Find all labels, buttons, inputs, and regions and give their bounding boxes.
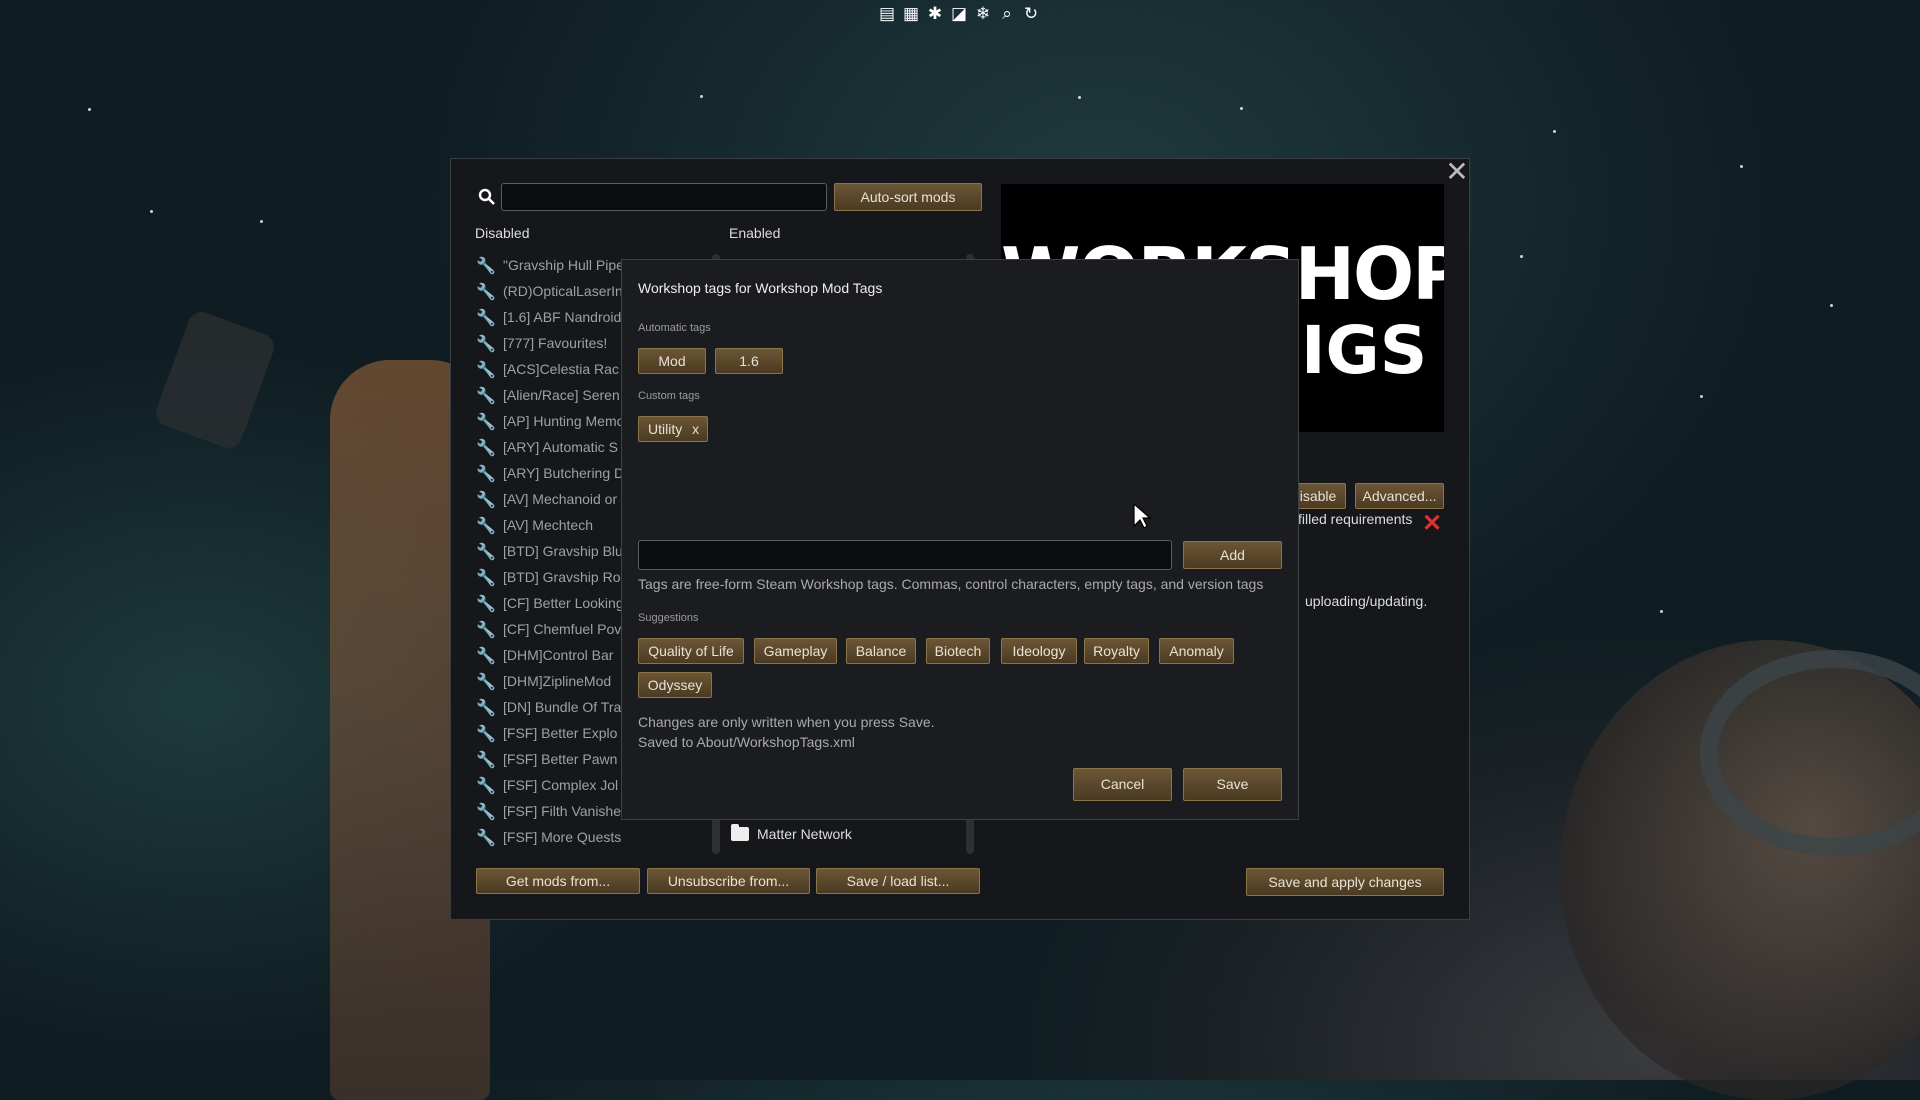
wrench-icon: 🔧 bbox=[476, 466, 496, 483]
mouse-cursor-icon bbox=[1133, 502, 1152, 529]
suggestion-odyssey[interactable]: Odyssey bbox=[638, 672, 712, 698]
wrench-icon: 🔧 bbox=[476, 778, 496, 795]
list-item[interactable]: 🔧 [FSF] More Quests bbox=[475, 824, 715, 850]
wrench-icon: 🔧 bbox=[476, 726, 496, 743]
suggestions-label: Suggestions bbox=[638, 612, 699, 624]
search-icon bbox=[478, 188, 495, 205]
wrench-icon: 🔧 bbox=[476, 700, 496, 717]
get-mods-button[interactable]: Get mods from... bbox=[476, 868, 640, 894]
wrench-icon: 🔧 bbox=[476, 804, 496, 821]
wrench-icon: 🔧 bbox=[476, 284, 496, 301]
grid-icon[interactable]: ▦ bbox=[901, 4, 921, 24]
wrench-icon: 🔧 bbox=[476, 388, 496, 405]
wrench-icon: 🔧 bbox=[476, 648, 496, 665]
close-icon[interactable]: ✕ bbox=[1443, 158, 1471, 186]
save-button[interactable]: Save bbox=[1183, 768, 1282, 801]
add-tag-button[interactable]: Add bbox=[1183, 541, 1282, 569]
refresh-icon[interactable]: ↻ bbox=[1021, 4, 1041, 24]
wrench-icon: 🔧 bbox=[476, 414, 496, 431]
wrench-icon: 🔧 bbox=[476, 544, 496, 561]
save-note-text: Changes are only written when you press … bbox=[638, 714, 935, 730]
window-icon[interactable]: ◪ bbox=[949, 4, 969, 24]
wrench-icon: 🔧 bbox=[476, 596, 496, 613]
unsubscribe-button[interactable]: Unsubscribe from... bbox=[647, 868, 810, 894]
dialog-title: Workshop tags for Workshop Mod Tags bbox=[638, 280, 883, 296]
wrench-icon: 🔧 bbox=[476, 440, 496, 457]
mod-search-input[interactable] bbox=[501, 183, 827, 211]
enabled-mod-item[interactable]: Matter Network bbox=[731, 824, 852, 842]
enabled-column-label: Enabled bbox=[729, 225, 781, 241]
wrench-icon: 🔧 bbox=[476, 258, 496, 275]
requirements-text: filled requirements bbox=[1298, 511, 1413, 527]
search-icon[interactable]: ⌕ bbox=[997, 4, 1017, 24]
wrench-icon: 🔧 bbox=[476, 492, 496, 509]
cancel-button[interactable]: Cancel bbox=[1073, 768, 1172, 801]
wrench-icon: 🔧 bbox=[476, 362, 496, 379]
save-path-text: Saved to About/WorkshopTags.xml bbox=[638, 734, 855, 750]
automatic-tag-mod: Mod bbox=[638, 348, 706, 374]
error-x-icon: ✕ bbox=[1422, 510, 1443, 537]
wrench-icon: 🔧 bbox=[476, 752, 496, 769]
automatic-tag-version: 1.6 bbox=[715, 348, 783, 374]
wrench-icon: 🔧 bbox=[476, 830, 496, 847]
advanced-button[interactable]: Advanced... bbox=[1355, 483, 1444, 509]
suggestion-anomaly[interactable]: Anomaly bbox=[1159, 638, 1234, 664]
wrench-icon: 🔧 bbox=[476, 336, 496, 353]
top-toolbar: ▤ ▦ ✱ ◪ ❄ ⌕ ↻ bbox=[877, 4, 1041, 24]
upload-text: uploading/updating. bbox=[1305, 593, 1428, 609]
save-and-apply-button[interactable]: Save and apply changes bbox=[1246, 868, 1444, 896]
suggestion-balance[interactable]: Balance bbox=[846, 638, 916, 664]
save-load-list-button[interactable]: Save / load list... bbox=[816, 868, 980, 894]
snowflake-icon[interactable]: ❄ bbox=[973, 4, 993, 24]
list-icon[interactable]: ▤ bbox=[877, 4, 897, 24]
automatic-tags-label: Automatic tags bbox=[638, 322, 711, 334]
custom-tag-utility[interactable]: Utility x bbox=[638, 416, 708, 442]
suggestion-biotech[interactable]: Biotech bbox=[926, 638, 990, 664]
wrench-icon: 🔧 bbox=[476, 674, 496, 691]
tags-hint-text: Tags are free-form Steam Workshop tags. … bbox=[638, 576, 1264, 592]
debug-icon[interactable]: ✱ bbox=[925, 4, 945, 24]
tag-input[interactable] bbox=[638, 540, 1172, 570]
disabled-column-label: Disabled bbox=[475, 225, 530, 241]
wrench-icon: 🔧 bbox=[476, 570, 496, 587]
suggestion-royalty[interactable]: Royalty bbox=[1084, 638, 1149, 664]
suggestion-ideology[interactable]: Ideology bbox=[1001, 638, 1077, 664]
wrench-icon: 🔧 bbox=[476, 310, 496, 327]
remove-tag-icon[interactable]: x bbox=[692, 421, 699, 437]
folder-icon bbox=[731, 824, 749, 841]
wrench-icon: 🔧 bbox=[476, 622, 496, 639]
suggestion-gameplay[interactable]: Gameplay bbox=[754, 638, 837, 664]
custom-tags-label: Custom tags bbox=[638, 390, 700, 402]
wrench-icon: 🔧 bbox=[476, 518, 496, 535]
suggestion-quality-of-life[interactable]: Quality of Life bbox=[638, 638, 744, 664]
auto-sort-button[interactable]: Auto-sort mods bbox=[834, 183, 982, 211]
